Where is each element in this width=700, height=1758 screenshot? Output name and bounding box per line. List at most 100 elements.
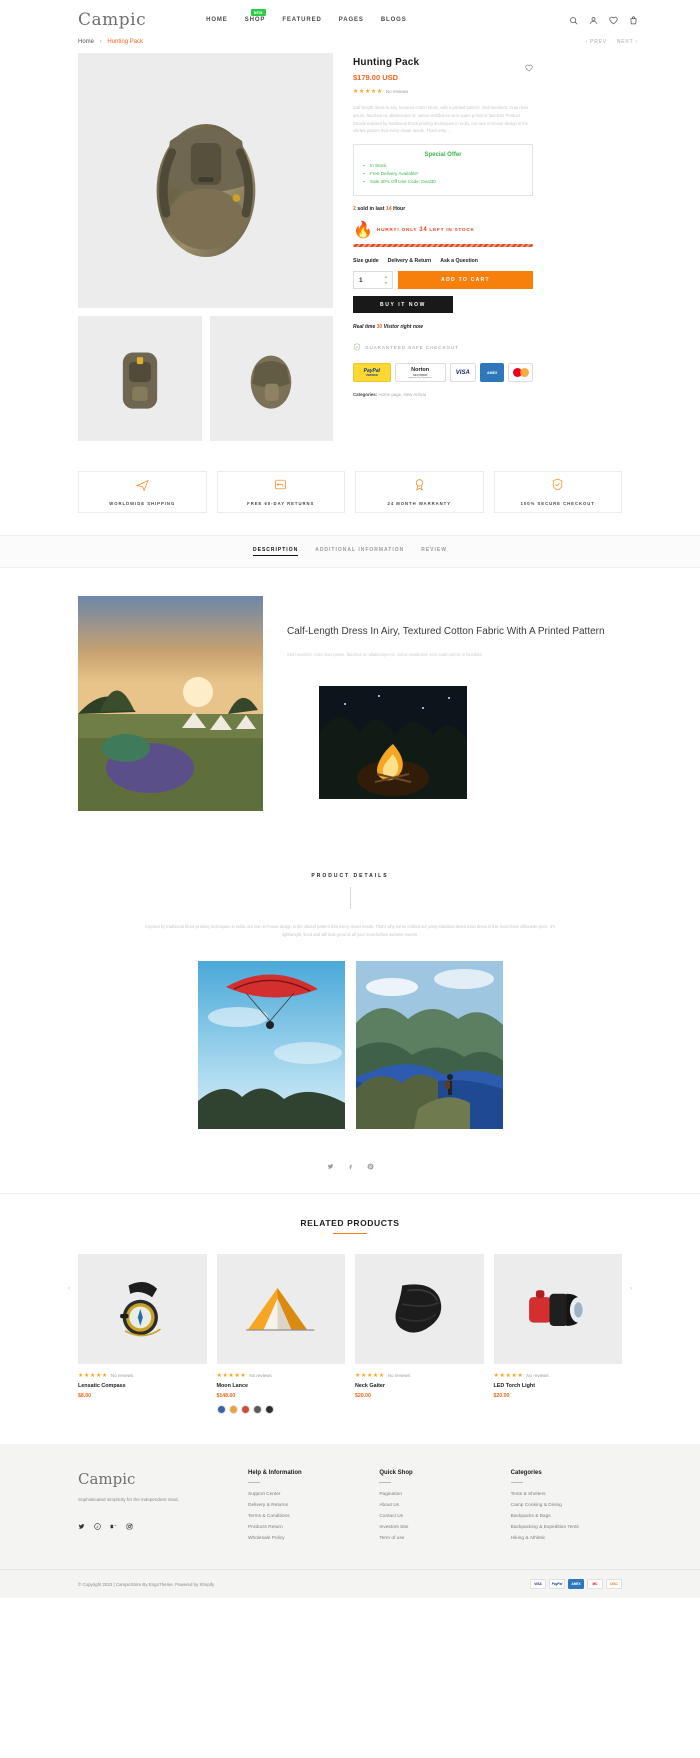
swatch[interactable] <box>252 1405 262 1415</box>
star-rating-icon: ★★★★★ <box>353 89 383 95</box>
footer-brand: Campic Sophisticated simplicity for the … <box>78 1470 228 1547</box>
product-thumbnail-2[interactable] <box>209 316 333 441</box>
badge-warranty: 24 MONTH WARRANTY <box>355 471 484 513</box>
nav-item-home[interactable]: HOME <box>206 17 228 23</box>
footer-link[interactable]: Terms & Conditions <box>248 1514 359 1519</box>
related-rating: ★★★★★ No reviews <box>78 1372 207 1379</box>
footer-link[interactable]: Investors Site <box>379 1525 490 1530</box>
nav-item-blogs[interactable]: BLOGS <box>381 17 407 23</box>
related-product-card[interactable]: ★★★★★ No reviews Neck Gaiter $20.00 <box>355 1254 484 1414</box>
twitter-icon[interactable] <box>327 1157 334 1175</box>
carousel-prev-arrow[interactable]: ‹ <box>68 1286 70 1292</box>
swatch[interactable] <box>228 1405 238 1415</box>
medal-icon <box>413 478 426 496</box>
swatch[interactable] <box>264 1405 274 1415</box>
product-thumbnail-1[interactable] <box>78 316 202 441</box>
related-product-card[interactable]: ★★★★★ No reviews Lensatic Compass $8.00 <box>78 1254 207 1414</box>
footer-column-title: Quick Shop <box>379 1470 413 1477</box>
product-info: Hunting Pack $179.00 USD ★★★★★ No review… <box>353 53 533 441</box>
search-icon[interactable] <box>569 16 578 25</box>
product-categories: Categories: Home page, New Arrival <box>353 392 533 397</box>
product-main-image[interactable] <box>78 53 333 308</box>
breadcrumb: Home › Hunting Pack <box>78 39 143 45</box>
related-product-card[interactable]: ★★★★★ No reviews Moon Lance $148.00 <box>216 1254 346 1415</box>
related-product-name[interactable]: Neck Gaiter <box>355 1383 484 1389</box>
share-links <box>78 1157 622 1193</box>
mastercard-card-icon: MC <box>587 1579 603 1590</box>
buy-it-now-button[interactable]: BUY IT NOW <box>353 296 453 314</box>
tab-review[interactable]: REVIEW <box>421 547 447 556</box>
nav-label: HOME <box>206 17 228 23</box>
related-product-name[interactable]: Moon Lance <box>217 1383 346 1389</box>
amex-card-icon: AMEX <box>568 1579 584 1590</box>
related-product-image[interactable] <box>493 1254 622 1365</box>
footer-link[interactable]: Delivery & Returns <box>248 1503 359 1508</box>
footer-link[interactable]: Pagination <box>379 1492 490 1497</box>
review-count[interactable]: No reviews <box>386 89 408 94</box>
nav-item-shop[interactable]: SHOP NEW <box>244 9 266 23</box>
breadcrumb-home[interactable]: Home <box>78 39 94 45</box>
twitter-icon[interactable] <box>78 1517 85 1535</box>
footer-link[interactable]: Backpacks & Bags <box>511 1514 622 1519</box>
footer-link[interactable]: Backpacking & Expedition Tents <box>511 1525 622 1530</box>
related-product-name[interactable]: Lensatic Compass <box>78 1383 207 1389</box>
footer-logo[interactable]: Campic <box>78 1470 228 1488</box>
related-product-image[interactable] <box>355 1254 484 1365</box>
related-product-image[interactable] <box>78 1254 207 1365</box>
carousel-next-arrow[interactable]: › <box>630 1286 632 1292</box>
footer-social-links <box>78 1517 228 1535</box>
tab-additional-information[interactable]: ADDITIONAL INFORMATION <box>315 547 404 556</box>
swatch[interactable] <box>216 1405 226 1415</box>
campfire-illustration <box>319 686 467 800</box>
facebook-icon[interactable] <box>347 1157 354 1175</box>
plane-icon <box>135 478 149 496</box>
mastercard-badge <box>508 363 533 383</box>
review-count: No reviews <box>249 1373 272 1379</box>
site-logo[interactable]: Campic <box>78 10 146 30</box>
star-rating-icon: ★★★★★ <box>355 1373 385 1380</box>
footer-link[interactable]: Support Center <box>248 1492 359 1497</box>
next-product-link[interactable]: NEXT › <box>617 39 638 45</box>
star-rating-icon: ★★★★★ <box>216 1373 247 1380</box>
footer-link[interactable]: Camp Cooking & Dining <box>511 1503 622 1508</box>
quantity-arrows-icon[interactable]: ▴ ▾ <box>385 275 387 285</box>
nav-label: SHOP <box>244 17 266 23</box>
norton-powered: powered by Symantec <box>408 376 432 379</box>
categories-value[interactable]: Home page, New Arrival <box>378 392 425 397</box>
add-to-cart-button[interactable]: ADD TO CART <box>398 271 533 290</box>
size-guide-link[interactable]: Size guide <box>353 258 379 264</box>
add-to-wishlist-icon[interactable] <box>525 59 533 77</box>
swatch[interactable] <box>240 1405 250 1415</box>
footer-link[interactable]: Contact Us <box>379 1514 490 1519</box>
footer-link[interactable]: Tents & Shelters <box>511 1492 622 1497</box>
instagram-icon[interactable] <box>126 1517 133 1535</box>
description-text: Calf-Length Dress In Airy, Textured Cott… <box>287 596 622 811</box>
account-icon[interactable] <box>589 16 598 25</box>
description-section: Calf-Length Dress In Airy, Textured Cott… <box>0 568 700 1193</box>
related-product-image[interactable] <box>216 1254 345 1365</box>
pinterest-icon[interactable] <box>367 1157 374 1175</box>
prev-product-link[interactable]: ‹ PREV <box>585 39 606 45</box>
footer-link[interactable]: Wholesale Policy <box>248 1536 359 1541</box>
wishlist-icon[interactable] <box>609 16 618 25</box>
footer-link[interactable]: Hiking & Athletic <box>511 1536 622 1541</box>
realtime-post: Visitor right now <box>383 324 423 331</box>
description-body: Sed hendrerit. Cras risus ipsum, faucibu… <box>287 651 483 657</box>
footer-link[interactable]: Term of use <box>379 1536 490 1541</box>
page-root: Campic HOME SHOP NEW FEATURED PAGES BLOGS… <box>0 0 700 1599</box>
delivery-return-link[interactable]: Delivery & Return <box>388 258 432 264</box>
nav-item-pages[interactable]: PAGES <box>339 17 364 23</box>
footer-link[interactable]: Products Return <box>248 1525 359 1530</box>
cart-icon[interactable] <box>629 15 638 25</box>
safe-checkout-text: GUARANTEED SAFE CHECKOUT <box>365 344 459 350</box>
pinterest-icon[interactable] <box>94 1517 101 1535</box>
quantity-stepper[interactable]: 1 ▴ ▾ <box>353 271 393 290</box>
ask-question-link[interactable]: Ask a Question <box>440 258 478 264</box>
related-product-card[interactable]: ★★★★★ No reviews LED Torch Light $20.00 <box>493 1254 623 1414</box>
behance-icon[interactable] <box>110 1517 117 1535</box>
tab-description[interactable]: DESCRIPTION <box>253 547 299 556</box>
related-product-name[interactable]: LED Torch Light <box>494 1383 623 1389</box>
special-offer-list: In Stock Free Delivery Available* Sale 3… <box>363 163 523 185</box>
nav-item-featured[interactable]: FEATURED <box>282 17 321 23</box>
footer-link[interactable]: About Us <box>379 1503 490 1508</box>
